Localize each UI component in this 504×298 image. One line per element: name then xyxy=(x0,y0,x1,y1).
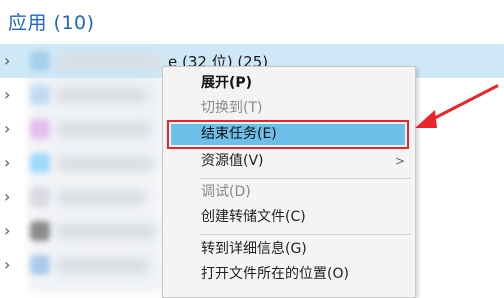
app-icon xyxy=(30,119,50,139)
menu-item-create-dump-file[interactable]: 创建转储文件(C) xyxy=(163,205,415,230)
blurred-app-name xyxy=(56,54,161,69)
menu-item-expand[interactable]: 展开(P) xyxy=(163,71,415,96)
section-title: 应用 (10) xyxy=(8,12,95,34)
menu-item-label: 打开文件所在的位置(O) xyxy=(201,266,349,282)
menu-item-switch-to[interactable]: 切换到(T) xyxy=(163,96,415,121)
menu-item-label: 调试(D) xyxy=(201,184,251,200)
menu-separator xyxy=(199,178,411,179)
blurred-app-name xyxy=(56,156,154,171)
menu-item-label: 展开(P) xyxy=(201,75,253,91)
chevron-right-icon[interactable]: › xyxy=(4,87,18,103)
menu-item-debug[interactable]: 调试(D) xyxy=(163,180,415,205)
blurred-app-name xyxy=(56,258,150,273)
chevron-right-icon[interactable]: › xyxy=(4,155,18,171)
context-menu: 展开(P) 切换到(T) 结束任务(E) 资源值(V) > 调试(D) 创建转储… xyxy=(162,66,416,298)
blurred-app-name xyxy=(56,122,152,137)
menu-item-label: 资源值(V) xyxy=(201,153,264,169)
app-icon xyxy=(30,51,50,71)
chevron-right-icon[interactable]: › xyxy=(4,189,18,205)
app-icon xyxy=(30,85,50,105)
submenu-arrow-icon: > xyxy=(394,154,405,168)
menu-item-label: 创建转储文件(C) xyxy=(201,209,306,225)
menu-item-label: 结束任务(E) xyxy=(201,126,277,142)
chevron-right-icon[interactable]: › xyxy=(4,121,18,137)
blurred-app-name xyxy=(56,88,148,103)
menu-separator xyxy=(199,234,411,235)
menu-item-end-task[interactable]: 结束任务(E) xyxy=(167,120,409,149)
app-icon xyxy=(30,187,50,207)
app-icon xyxy=(30,255,50,275)
menu-item-label: 转到详细信息(G) xyxy=(201,241,307,257)
menu-item-open-file-location[interactable]: 打开文件所在的位置(O) xyxy=(163,262,415,287)
menu-item-resource-values[interactable]: 资源值(V) > xyxy=(163,149,415,174)
annotation-arrow-icon xyxy=(415,84,499,128)
menu-item-go-to-details[interactable]: 转到详细信息(G) xyxy=(163,237,415,262)
chevron-right-icon[interactable]: › xyxy=(4,257,18,273)
app-icon xyxy=(30,221,50,241)
menu-item-label: 切换到(T) xyxy=(201,100,263,116)
blurred-app-name xyxy=(56,224,156,239)
blurred-app-name xyxy=(56,190,146,205)
chevron-right-icon[interactable]: › xyxy=(4,53,18,69)
app-icon xyxy=(30,153,50,173)
chevron-right-icon[interactable]: › xyxy=(4,223,18,239)
